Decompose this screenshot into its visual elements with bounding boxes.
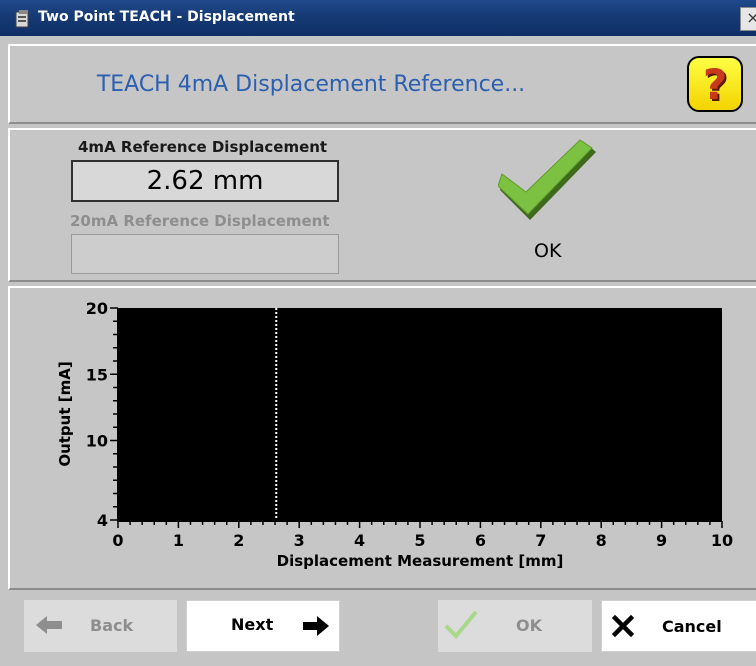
help-icon: ?	[702, 60, 728, 109]
step-title: TEACH 4mA Displacement Reference...	[96, 72, 526, 97]
y-axis-label: Output [mA]	[56, 361, 74, 466]
x-tick-label: 5	[414, 531, 425, 550]
checkmark-icon	[444, 610, 478, 639]
title-bar: Two Point TEACH - Displacement ×	[0, 0, 756, 36]
value-20ma-reference	[71, 234, 339, 274]
help-button[interactable]: ?	[687, 56, 743, 112]
back-button[interactable]: Back	[24, 600, 177, 652]
x-tick-label: 6	[475, 531, 486, 550]
y-tick-label: 4	[97, 511, 108, 530]
x-tick-label: 3	[294, 531, 305, 550]
y-tick-label: 20	[86, 299, 108, 318]
y-tick-label: 10	[86, 432, 108, 451]
plot-area	[118, 308, 722, 520]
label-20ma-reference: 20mA Reference Displacement	[70, 212, 330, 230]
x-tick-label: 2	[233, 531, 244, 550]
x-axis-label: Displacement Measurement [mm]	[277, 552, 564, 570]
window-title: Two Point TEACH - Displacement	[38, 9, 295, 25]
x-tick-label: 1	[173, 531, 184, 550]
next-button[interactable]: Next	[186, 600, 340, 652]
output-chart: 0 1 2 3 4 5 6 7 8 9 10 4 10 15 20 Displacement Measurem…	[56, 299, 733, 570]
close-button[interactable]: ×	[740, 7, 756, 31]
arrow-left-icon	[36, 616, 62, 634]
chart-panel: 0 1 2 3 4 5 6 7 8 9 10 4 10 15 20 Displacement Measurem…	[8, 286, 756, 590]
cancel-button[interactable]: Cancel	[601, 600, 756, 652]
x-tick-label: 0	[112, 531, 123, 550]
value-4ma-reference: 2.62 mm	[71, 160, 339, 202]
label-4ma-reference: 4mA Reference Displacement	[78, 138, 328, 156]
cancel-label: Cancel	[662, 617, 722, 636]
ok-label: OK	[516, 616, 542, 635]
x-icon	[612, 615, 634, 637]
ok-button[interactable]: OK	[438, 600, 592, 652]
header-panel: TEACH 4mA Displacement Reference... ?	[8, 44, 756, 124]
close-icon: ×	[746, 8, 756, 27]
status-text: OK	[534, 240, 562, 262]
x-tick-label: 4	[354, 531, 365, 550]
arrow-right-icon	[303, 616, 329, 636]
x-tick-label: 9	[656, 531, 667, 550]
dialog-window: Two Point TEACH - Displacement × TEACH 4…	[0, 0, 756, 666]
reference-panel: 4mA Reference Displacement 2.62 mm 20mA …	[8, 128, 756, 282]
x-tick-label: 8	[596, 531, 607, 550]
app-icon	[15, 10, 29, 28]
next-label: Next	[231, 615, 274, 634]
y-tick-label: 15	[86, 365, 108, 384]
x-tick-label: 10	[711, 531, 733, 550]
back-label: Back	[90, 616, 134, 635]
checkmark-icon	[498, 139, 596, 220]
x-tick-label: 7	[535, 531, 546, 550]
